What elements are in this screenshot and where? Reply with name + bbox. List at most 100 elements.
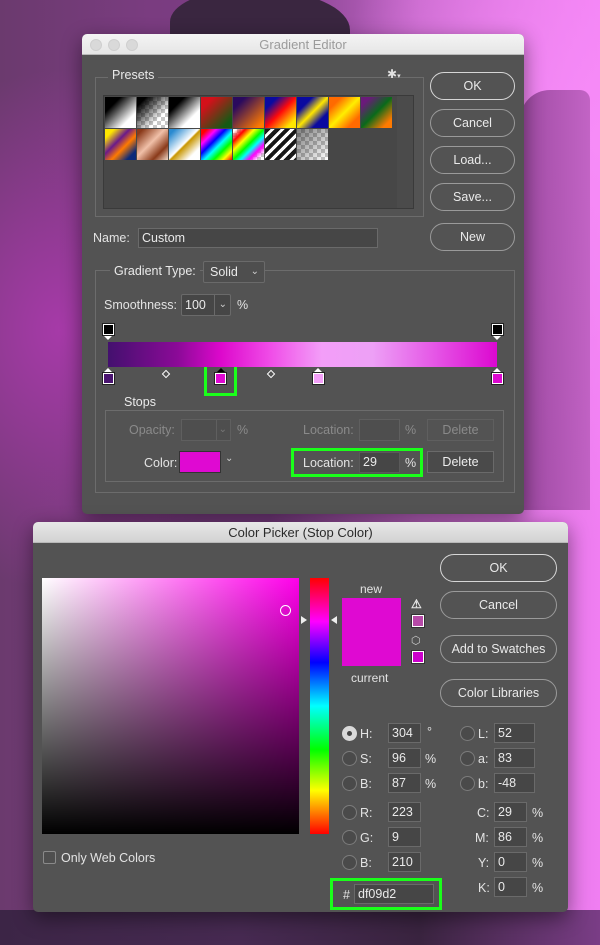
hue-slider-right-arrow[interactable]	[331, 616, 337, 624]
m-label: M:	[475, 831, 489, 845]
preset-swatch[interactable]	[105, 97, 136, 128]
preset-swatch[interactable]	[297, 129, 328, 160]
brightness-input[interactable]: 87	[388, 773, 421, 793]
presets-scrollbar[interactable]	[397, 96, 413, 208]
web-safe-cube-icon[interactable]: ⬡	[411, 634, 421, 647]
preset-swatch[interactable]	[137, 129, 168, 160]
k-label: K:	[478, 881, 490, 895]
h-unit: °	[427, 725, 432, 739]
hex-input[interactable]: df09d2	[354, 884, 434, 904]
green-input[interactable]: 9	[388, 827, 421, 847]
divider	[214, 295, 215, 315]
preset-swatch[interactable]	[201, 129, 232, 160]
green-radio[interactable]	[342, 830, 357, 845]
preset-swatch[interactable]	[137, 97, 168, 128]
smoothness-input[interactable]: 100 ⌄	[181, 294, 231, 316]
ok-button[interactable]: OK	[430, 72, 515, 100]
blue-radio[interactable]	[342, 855, 357, 870]
saturation-input[interactable]: 96	[388, 748, 421, 768]
preset-swatch[interactable]	[233, 129, 264, 160]
hue-slider-left-arrow[interactable]	[301, 616, 307, 624]
current-color-preview[interactable]	[342, 632, 401, 666]
only-web-colors-checkbox[interactable]	[43, 851, 56, 864]
background-desktop	[0, 910, 600, 945]
y-label: Y:	[478, 856, 490, 870]
color-stop[interactable]	[490, 368, 504, 385]
preset-swatch[interactable]	[201, 97, 232, 128]
window-title: Gradient Editor	[259, 37, 347, 52]
color-picker-titlebar: Color Picker (Stop Color)	[33, 522, 568, 543]
saturation-radio[interactable]	[342, 751, 357, 766]
save-button[interactable]: Save...	[430, 183, 515, 211]
c-label: C:	[477, 806, 490, 820]
ok-button[interactable]: OK	[440, 554, 557, 582]
gradient-type-select[interactable]: Solid ⌄	[203, 261, 265, 283]
magenta-input[interactable]: 86	[494, 827, 527, 847]
add-to-swatches-button[interactable]: Add to Swatches	[440, 635, 557, 663]
gear-icon[interactable]: ✱▾	[387, 67, 401, 81]
new-button[interactable]: New	[430, 223, 515, 251]
gamut-warning-swatch[interactable]	[411, 614, 425, 628]
preset-swatch[interactable]	[265, 129, 296, 160]
hue-slider[interactable]	[310, 578, 329, 834]
color-cursor[interactable]	[280, 605, 291, 616]
web-safe-swatch[interactable]	[411, 650, 425, 664]
opacity-unit: %	[237, 423, 249, 437]
name-input[interactable]: Custom	[138, 228, 378, 248]
chevron-down-icon: ⌄	[250, 266, 259, 277]
preset-swatch[interactable]	[361, 97, 392, 128]
cancel-button[interactable]: Cancel	[440, 591, 557, 619]
opacity-location-input	[359, 419, 400, 441]
gamut-warning-icon[interactable]: ⚠	[411, 597, 422, 611]
black-input[interactable]: 0	[494, 877, 527, 897]
preset-swatch[interactable]	[105, 129, 136, 160]
red-radio[interactable]	[342, 805, 357, 820]
red-input[interactable]: 223	[388, 802, 421, 822]
color-libraries-button[interactable]: Color Libraries	[440, 679, 557, 707]
color-stop[interactable]	[311, 368, 325, 385]
chevron-down-icon[interactable]: ⌄	[219, 295, 227, 315]
preset-swatch[interactable]	[297, 97, 328, 128]
blue-input[interactable]: 210	[388, 852, 421, 872]
zoom-window-button[interactable]	[126, 39, 138, 51]
hue-input[interactable]: 304	[388, 723, 421, 743]
load-button[interactable]: Load...	[430, 146, 515, 174]
opacity-location-unit: %	[405, 423, 417, 437]
stop-color-swatch[interactable]	[179, 451, 221, 473]
a-input[interactable]: 83	[494, 748, 535, 768]
color-delete-button[interactable]: Delete	[427, 451, 494, 473]
b-lab-input[interactable]: -48	[494, 773, 535, 793]
minimize-window-button[interactable]	[108, 39, 120, 51]
gradient-editor-titlebar: Gradient Editor	[82, 34, 524, 55]
hue-radio[interactable]	[342, 726, 357, 741]
window-title: Color Picker (Stop Color)	[228, 525, 373, 540]
yellow-input[interactable]: 0	[494, 852, 527, 872]
opacity-stop[interactable]	[490, 323, 504, 340]
brightness-radio[interactable]	[342, 776, 357, 791]
gradient-type-label: Gradient Type:	[110, 264, 200, 278]
preset-swatch[interactable]	[233, 97, 264, 128]
preset-swatch[interactable]	[329, 97, 360, 128]
lightness-input[interactable]: 52	[494, 723, 535, 743]
color-location-input[interactable]: 29	[359, 452, 400, 473]
l-label: L:	[478, 727, 489, 741]
color-stop-selected[interactable]	[214, 368, 228, 385]
chevron-down-icon[interactable]: ⌄	[225, 453, 233, 464]
gradient-preview-bar[interactable]	[108, 342, 497, 367]
chevron-down-icon: ⌄	[218, 424, 227, 435]
new-color-preview	[342, 598, 401, 632]
name-label: Name:	[93, 231, 130, 245]
preset-swatch[interactable]	[265, 97, 296, 128]
opacity-stop[interactable]	[101, 323, 115, 340]
preset-swatch[interactable]	[169, 97, 200, 128]
preset-swatch[interactable]	[169, 129, 200, 160]
a-radio[interactable]	[460, 751, 475, 766]
saturation-brightness-field[interactable]	[42, 578, 299, 834]
close-window-button[interactable]	[90, 39, 102, 51]
lightness-radio[interactable]	[460, 726, 475, 741]
opacity-input: ⌄	[181, 419, 231, 441]
b-lab-radio[interactable]	[460, 776, 475, 791]
color-stop[interactable]	[101, 368, 115, 385]
cyan-input[interactable]: 29	[494, 802, 527, 822]
cancel-button[interactable]: Cancel	[430, 109, 515, 137]
